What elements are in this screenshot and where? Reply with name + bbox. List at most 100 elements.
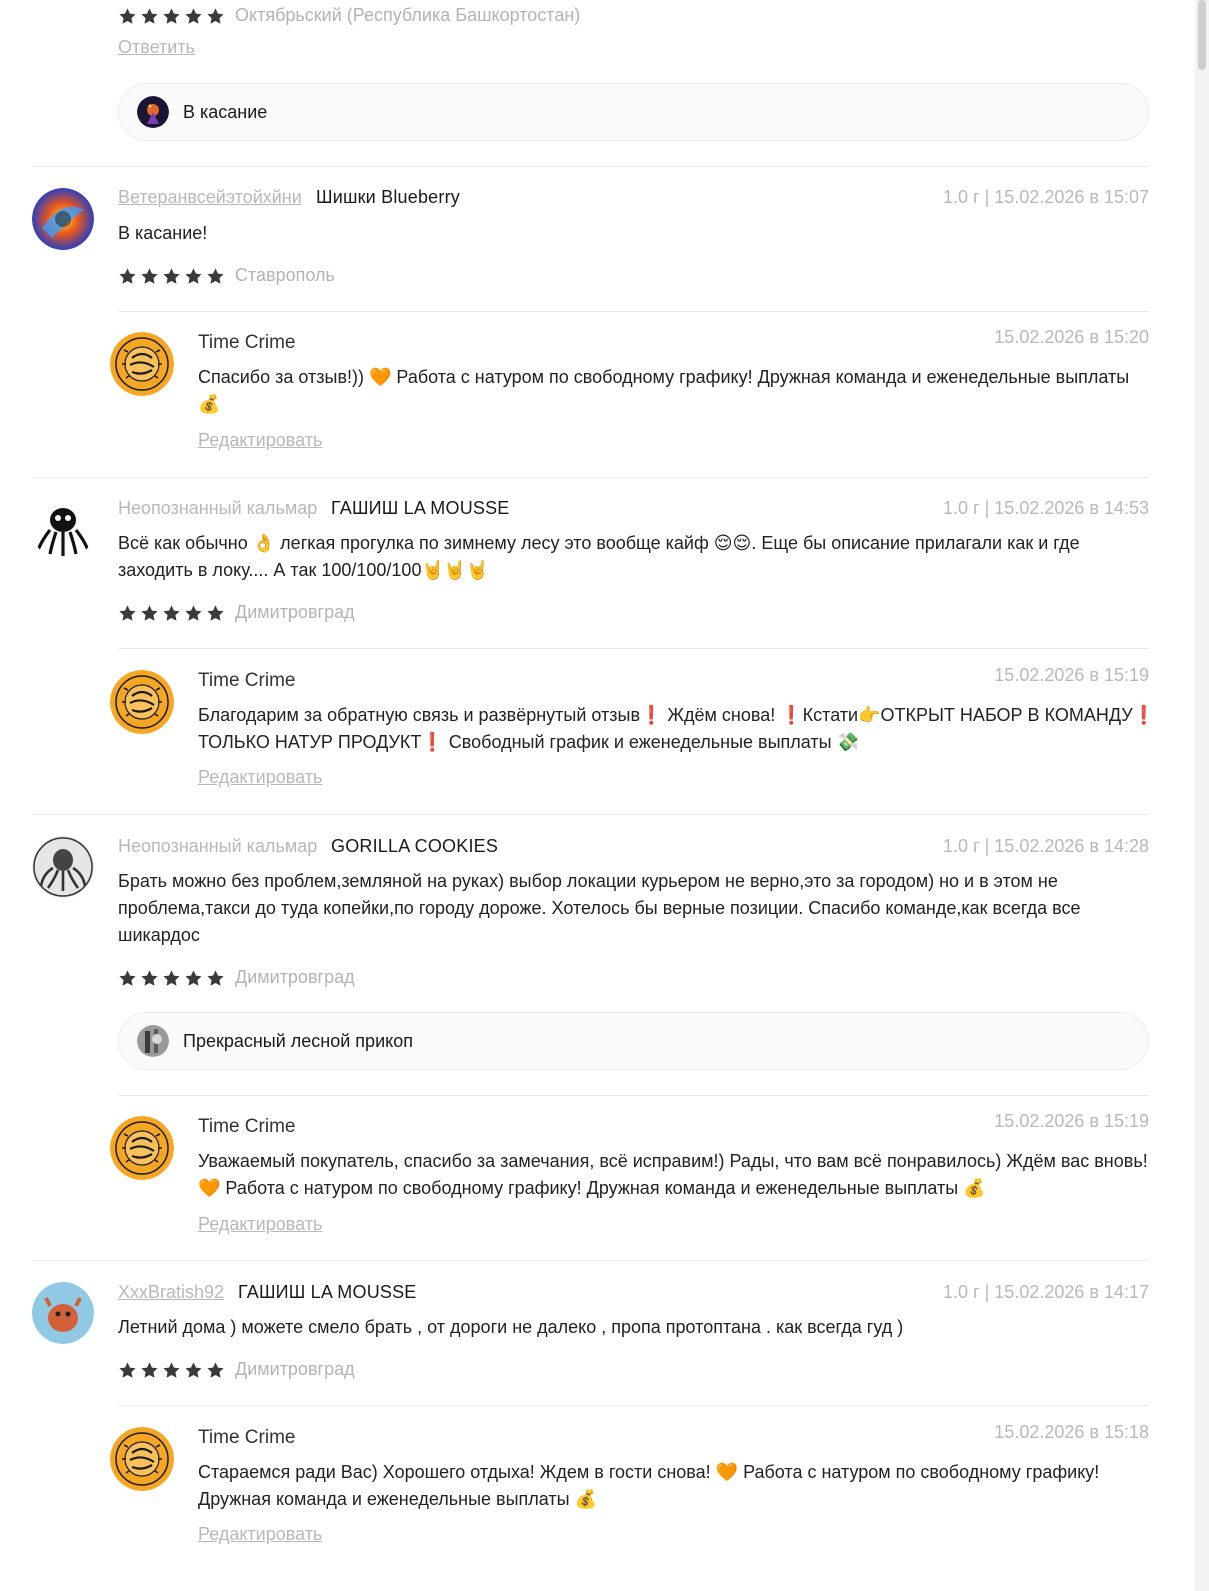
star-icon xyxy=(140,969,159,988)
rating-stars xyxy=(118,967,225,989)
reply-date: 15.02.2026 в 15:18 xyxy=(994,1422,1149,1442)
divider xyxy=(32,166,1149,167)
reply-date: 15.02.2026 в 15:20 xyxy=(994,327,1149,347)
star-icon xyxy=(162,267,181,286)
edit-link[interactable]: Редактировать xyxy=(198,1524,322,1545)
reply-text: Стараемся ради Вас) Хорошего отдыха! Жде… xyxy=(198,1459,1158,1513)
divider xyxy=(118,311,1149,312)
review-text: Брать можно без проблем,земляной на рука… xyxy=(118,868,1149,949)
review-city: Димитровград xyxy=(235,602,355,622)
review-author[interactable]: XxxBratish92 xyxy=(118,1282,224,1303)
reply-text-line: Дружная команда и еженедельные выплаты 💰 xyxy=(198,1489,597,1509)
star-icon xyxy=(184,7,203,26)
shop-logo-avatar[interactable] xyxy=(110,332,174,396)
rating-stars xyxy=(118,5,225,27)
star-icon xyxy=(184,969,203,988)
edit-link[interactable]: Редактировать xyxy=(198,1214,322,1235)
rating-stars xyxy=(118,602,225,624)
user-avatar[interactable] xyxy=(32,836,94,898)
reaction-avatar xyxy=(137,96,169,128)
review-author[interactable]: Неопознанный кальмар xyxy=(118,836,317,857)
review-text-line: Брать можно без проблем,земляной на рука… xyxy=(118,871,1058,891)
divider xyxy=(118,1405,1149,1406)
divider xyxy=(32,1260,1149,1261)
reply-text-line: Уважаемый покупатель, спасибо за замечан… xyxy=(198,1151,1148,1171)
shop-logo-avatar[interactable] xyxy=(110,1427,174,1491)
review-text: В касание! xyxy=(118,223,208,243)
review-product: ГАШИШ LA MOUSSE xyxy=(331,498,510,518)
reaction-text: Прекрасный лесной прикоп xyxy=(183,1030,413,1051)
star-icon xyxy=(206,7,225,26)
divider xyxy=(118,648,1149,649)
reply-author: Time Crime xyxy=(198,1116,296,1137)
star-icon xyxy=(162,1361,181,1380)
star-icon xyxy=(140,1361,159,1380)
review-text: Летний дома ) можете смело брать , от до… xyxy=(118,1317,904,1337)
review-text-line: Всё как обычно 👌 легкая прогулка по зимн… xyxy=(118,533,1080,553)
divider xyxy=(32,814,1149,815)
star-icon xyxy=(118,1361,137,1380)
review-text-line: проблема,такси до туда копейки,по городу… xyxy=(118,898,1081,918)
review-city: Октябрьский (Республика Башкортостан) xyxy=(235,5,581,25)
reply-author: Time Crime xyxy=(198,332,296,353)
reply-text: Уважаемый покупатель, спасибо за замечан… xyxy=(198,1148,1178,1202)
scrollbar-thumb[interactable] xyxy=(1198,0,1206,70)
review-meta: 1.0 г | 15.02.2026 в 14:28 xyxy=(943,836,1149,856)
reply-text-line: Спасибо за отзыв!)) 🧡 Работа с натуром п… xyxy=(198,367,1130,387)
user-avatar[interactable] xyxy=(32,498,94,560)
review-city: Димитровград xyxy=(235,1359,355,1379)
reply-date: 15.02.2026 в 15:19 xyxy=(994,665,1149,685)
scrollbar[interactable] xyxy=(1195,0,1209,1591)
edit-link[interactable]: Редактировать xyxy=(198,767,322,788)
star-icon xyxy=(184,267,203,286)
user-avatar[interactable] xyxy=(32,188,94,250)
review-meta: 1.0 г | 15.02.2026 в 15:07 xyxy=(943,187,1149,207)
review-author[interactable]: Ветеранвсейэтойхйни xyxy=(118,187,302,208)
reply-text: Спасибо за отзыв!)) 🧡 Работа с натуром п… xyxy=(198,364,1158,418)
review-author[interactable]: Неопознанный кальмар xyxy=(118,498,317,519)
star-icon xyxy=(118,969,137,988)
star-icon xyxy=(184,604,203,623)
star-icon xyxy=(162,969,181,988)
reply-date: 15.02.2026 в 15:19 xyxy=(994,1111,1149,1131)
review-city: Ставрополь xyxy=(235,265,335,285)
star-icon xyxy=(206,969,225,988)
star-icon xyxy=(162,7,181,26)
reaction-chip[interactable]: В касание xyxy=(118,83,1149,141)
shop-logo-avatar[interactable] xyxy=(110,1116,174,1180)
review-text: Всё как обычно 👌 легкая прогулка по зимн… xyxy=(118,530,1149,584)
reply-text: Благодарим за обратную связь и развёрнут… xyxy=(198,702,1158,756)
review-text-line: заходить в локу.... А так 100/100/100🤘🤘🤘 xyxy=(118,560,489,580)
star-icon xyxy=(184,1361,203,1380)
rating-stars xyxy=(118,265,225,287)
star-icon xyxy=(206,604,225,623)
star-icon xyxy=(206,267,225,286)
edit-link[interactable]: Редактировать xyxy=(198,430,322,451)
reaction-avatar xyxy=(137,1025,169,1057)
review-product: Шишки Blueberry xyxy=(316,187,460,207)
divider xyxy=(118,1095,1149,1096)
star-icon xyxy=(206,1361,225,1380)
reply-text-line: Стараемся ради Вас) Хорошего отдыха! Жде… xyxy=(198,1462,1100,1482)
review-text-line: шикардос xyxy=(118,925,200,945)
reaction-chip[interactable]: Прекрасный лесной прикоп xyxy=(118,1012,1149,1070)
review-meta: 1.0 г | 15.02.2026 в 14:17 xyxy=(943,1282,1149,1302)
reply-text-line: 💰 xyxy=(198,394,221,414)
reply-text-line: 🧡 Работа с натуром по свободному графику… xyxy=(198,1178,986,1198)
reply-text-line: ТОЛЬКО НАТУР ПРОДУКТ❗ Свободный график и… xyxy=(198,732,859,752)
reply-author: Time Crime xyxy=(198,1427,296,1448)
review-product: GORILLA COOKIES xyxy=(331,836,499,856)
reply-author: Time Crime xyxy=(198,670,296,691)
star-icon xyxy=(162,604,181,623)
review-product: ГАШИШ LA MOUSSE xyxy=(238,1282,417,1302)
reply-link[interactable]: Ответить xyxy=(118,37,195,58)
divider xyxy=(32,477,1149,478)
user-avatar[interactable] xyxy=(32,1282,94,1344)
star-icon xyxy=(118,7,137,26)
shop-logo-avatar[interactable] xyxy=(110,670,174,734)
star-icon xyxy=(140,604,159,623)
star-icon xyxy=(118,267,137,286)
star-icon xyxy=(140,7,159,26)
star-icon xyxy=(140,267,159,286)
rating-stars xyxy=(118,1359,225,1381)
